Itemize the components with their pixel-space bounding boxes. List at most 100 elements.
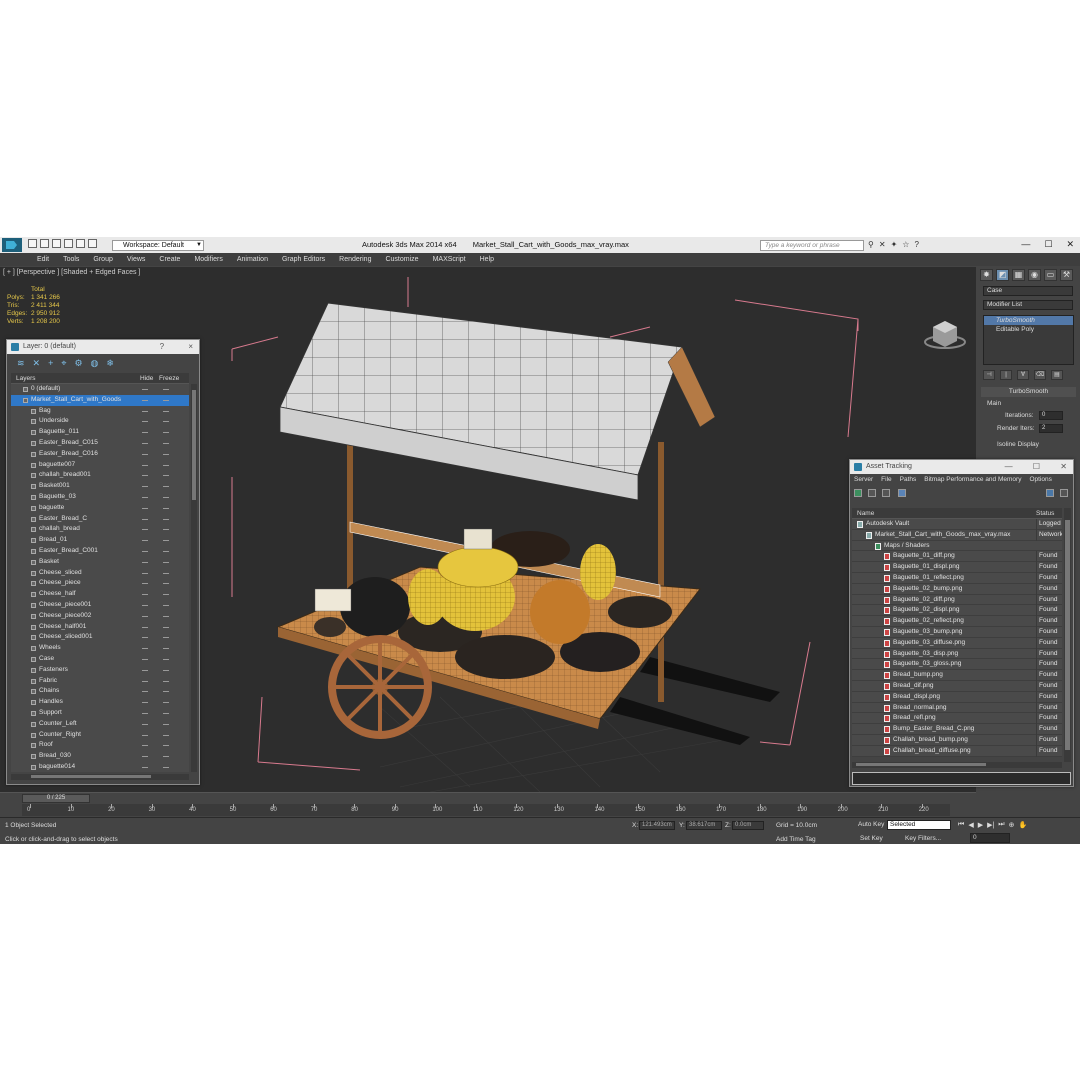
freeze-toggle[interactable] [163, 507, 169, 509]
hide-toggle[interactable] [142, 572, 148, 574]
layer-row[interactable]: Handles [11, 697, 189, 708]
freeze-toggle[interactable] [163, 658, 169, 660]
asset-row[interactable]: Bread_dif.png Found [852, 680, 1062, 692]
auto-key-button[interactable]: Auto Key [858, 821, 884, 828]
remove-modifier-icon[interactable]: ⌫ [1034, 370, 1046, 380]
scroll-thumb[interactable] [856, 763, 986, 766]
status-column[interactable]: Status [1036, 508, 1054, 519]
previous-frame-icon[interactable]: ◀ [968, 821, 973, 829]
render-iters-spinner[interactable]: 2 [1039, 424, 1063, 433]
layer-row[interactable]: Underside [11, 416, 189, 427]
freeze-toggle[interactable] [163, 399, 169, 401]
freeze-toggle[interactable] [163, 475, 169, 477]
hide-toggle[interactable] [142, 496, 148, 498]
menu-paths[interactable]: Paths [900, 474, 917, 486]
play-icon[interactable]: ▶ [978, 821, 983, 829]
next-frame-icon[interactable]: ▶| [987, 821, 994, 829]
asset-panel-title-bar[interactable]: Asset Tracking — ☐ ✕ [850, 460, 1073, 474]
freeze-toggle[interactable] [163, 691, 169, 693]
app-logo-icon[interactable] [2, 238, 22, 252]
freeze-toggle[interactable] [163, 540, 169, 542]
menu-bitmap-performance[interactable]: Bitmap Performance and Memory [924, 474, 1021, 486]
hide-toggle[interactable] [142, 637, 148, 639]
asset-path-field[interactable] [852, 772, 1071, 785]
add-to-layer-icon[interactable]: + [48, 358, 53, 372]
details-view-icon[interactable] [898, 489, 906, 497]
layer-row[interactable]: baguette007 [11, 460, 189, 471]
asset-row[interactable]: Baguette_03_diffuse.png Found [852, 637, 1062, 649]
open-file-icon[interactable] [40, 239, 49, 248]
asset-row[interactable]: Bump_Easter_Bread_C.png Found [852, 724, 1062, 735]
freeze-toggle[interactable] [163, 766, 169, 768]
freeze-toggle[interactable] [163, 615, 169, 617]
hide-toggle[interactable] [142, 626, 148, 628]
star-icon[interactable]: ☆ [902, 240, 909, 249]
minimize-icon[interactable]: — [1005, 462, 1013, 471]
hide-toggle[interactable] [142, 723, 148, 725]
layer-scrollbar[interactable] [191, 384, 197, 772]
freeze-toggle[interactable] [163, 604, 169, 606]
hide-toggle[interactable] [142, 389, 148, 390]
asset-row[interactable]: Baguette_01_reflect.png Found [852, 572, 1062, 584]
menu-options[interactable]: Options [1029, 474, 1051, 486]
close-icon[interactable]: ✕ [1060, 462, 1067, 471]
select-objects-icon[interactable]: ⌖ [61, 358, 66, 372]
save-file-icon[interactable] [52, 239, 61, 248]
menu-group[interactable]: Group [86, 253, 119, 266]
asset-row[interactable]: Baguette_02_diff.png Found [852, 594, 1062, 606]
menu-tools[interactable]: Tools [56, 253, 86, 266]
layer-row[interactable]: 0 (default) [11, 384, 189, 395]
freeze-toggle[interactable] [163, 389, 169, 390]
hide-toggle[interactable] [142, 507, 148, 509]
iterations-spinner[interactable]: 0 [1039, 411, 1063, 420]
show-end-result-icon[interactable]: | [1000, 370, 1012, 380]
layer-row[interactable]: baguette [11, 503, 189, 514]
turbosmooth-rollout[interactable]: TurboSmooth [981, 387, 1076, 397]
asset-scrollbar[interactable] [1064, 508, 1071, 762]
hide-all-icon[interactable]: ◍ [91, 358, 99, 372]
time-slider[interactable]: 0 / 225 [22, 794, 90, 803]
motion-tab-icon[interactable]: ◉ [1028, 269, 1041, 281]
layers-column[interactable]: Layers [16, 373, 36, 384]
layer-row[interactable]: Fabric [11, 676, 189, 687]
scroll-thumb[interactable] [1065, 520, 1070, 750]
hide-toggle[interactable] [142, 432, 148, 434]
hide-toggle[interactable] [142, 518, 148, 520]
make-unique-icon[interactable]: ∀ [1017, 370, 1029, 380]
new-file-icon[interactable] [28, 239, 37, 248]
hide-toggle[interactable] [142, 669, 148, 671]
hide-toggle[interactable] [142, 583, 148, 585]
hide-toggle[interactable] [142, 658, 148, 660]
hide-toggle[interactable] [142, 648, 148, 650]
freeze-toggle[interactable] [163, 637, 169, 639]
asset-row[interactable]: Challah_bread_bump.png Found [852, 734, 1062, 746]
freeze-toggle[interactable] [163, 712, 169, 714]
hide-toggle[interactable] [142, 756, 148, 758]
asset-row[interactable]: Market_Stall_Cart_with_Goods_max_vray.ma… [852, 529, 1062, 541]
layer-row[interactable]: Cheese_piece002 [11, 611, 189, 622]
maximize-icon[interactable]: ☐ [1033, 462, 1040, 471]
binoculars-icon[interactable]: ⚲ [868, 240, 874, 249]
hide-toggle[interactable] [142, 594, 148, 596]
asset-row[interactable]: Bread_displ.png Found [852, 691, 1062, 703]
configure-sets-icon[interactable]: ▤ [1051, 370, 1063, 380]
layer-row[interactable]: Wheels [11, 643, 189, 654]
zoom-icon[interactable]: ⊕ [1009, 821, 1015, 829]
layer-row[interactable]: baguette014 [11, 762, 189, 772]
layer-row[interactable]: Roof [11, 740, 189, 751]
asset-row[interactable]: Baguette_03_gloss.png Found [852, 659, 1062, 671]
redo-icon[interactable] [76, 239, 85, 248]
table-view-icon[interactable] [882, 489, 890, 497]
hide-toggle[interactable] [142, 680, 148, 682]
hide-toggle[interactable] [142, 529, 148, 531]
z-coordinate-field[interactable]: 0.0cm [732, 821, 764, 830]
stack-item-editable-poly[interactable]: Editable Poly [984, 325, 1073, 334]
freeze-toggle[interactable] [163, 745, 169, 747]
current-frame-field[interactable]: 0 [970, 833, 1010, 843]
hide-toggle[interactable] [142, 734, 148, 736]
layer-row[interactable]: Easter_Bread_C [11, 514, 189, 525]
go-to-end-icon[interactable]: ⏭ [998, 821, 1004, 829]
layer-row[interactable]: challah_bread001 [11, 470, 189, 481]
freeze-toggle[interactable] [163, 529, 169, 531]
minimize-icon[interactable]: — [1021, 237, 1030, 252]
